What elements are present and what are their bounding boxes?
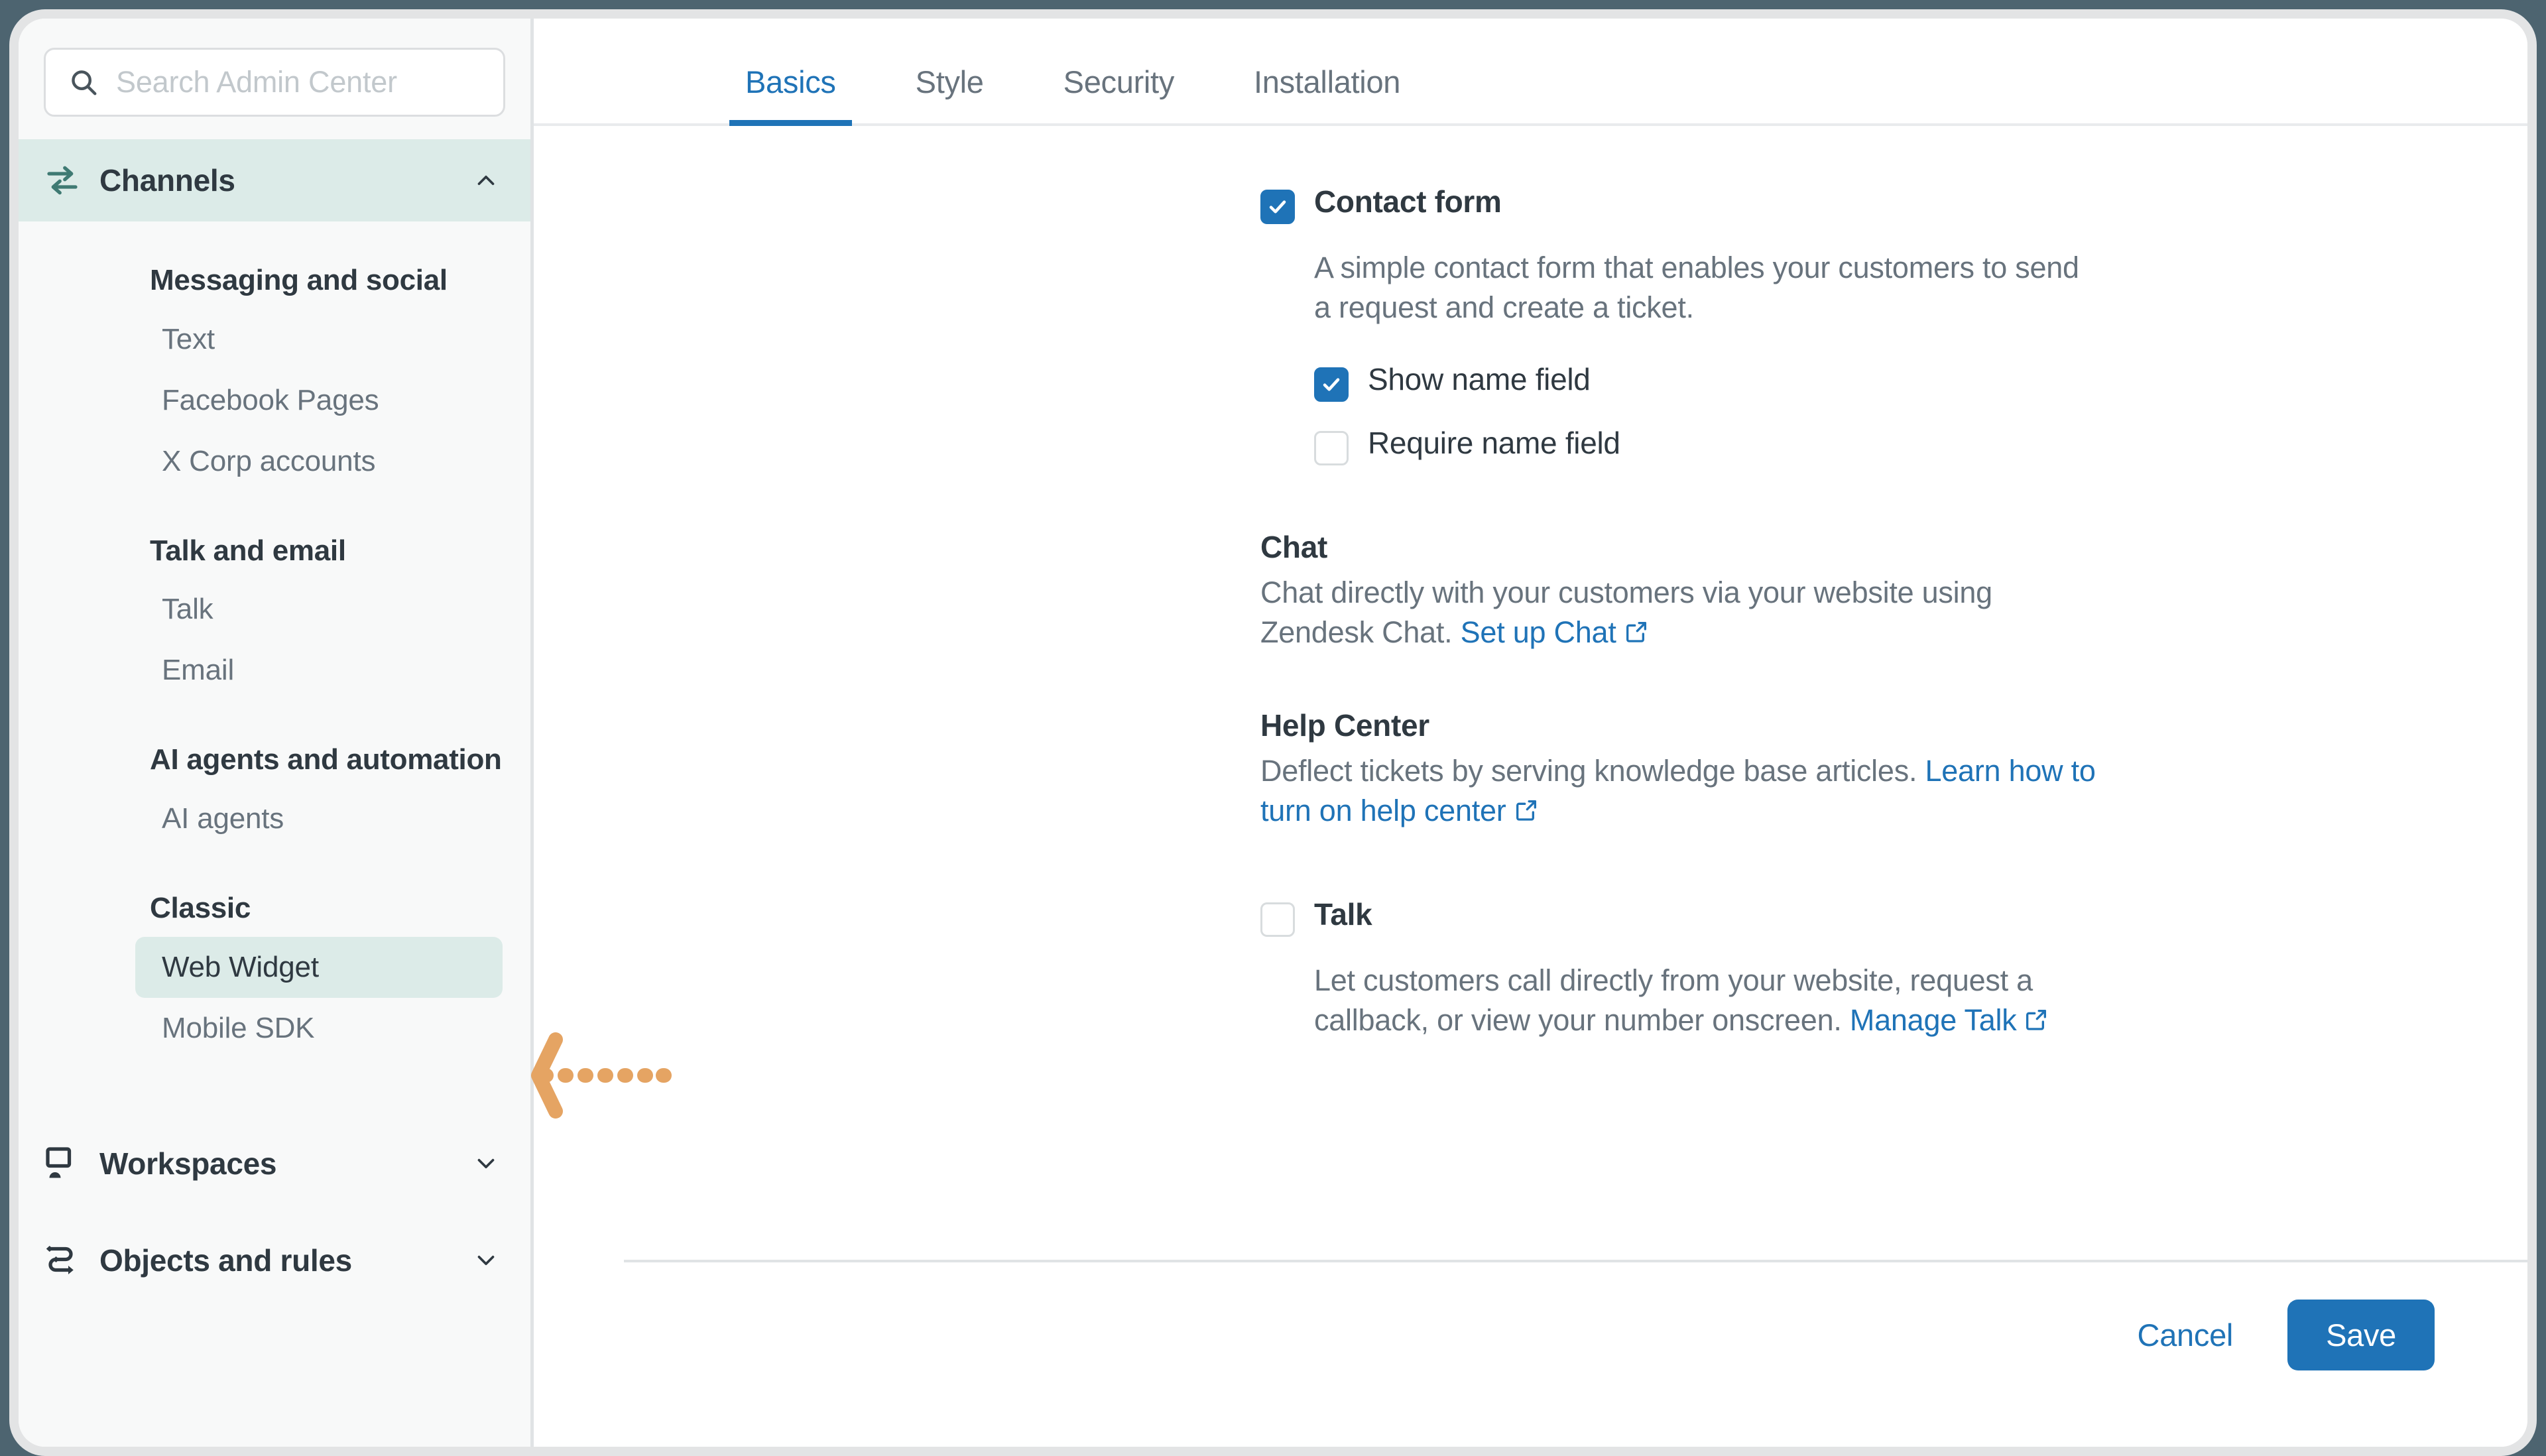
objects-rules-flow-icon <box>42 1241 99 1280</box>
workspaces-monitor-icon <box>42 1144 99 1183</box>
tab-style[interactable]: Style <box>900 64 1000 126</box>
talk-block: Talk Let customers call directly from yo… <box>1260 897 2142 1043</box>
settings-panel: Contact form A simple contact form that … <box>534 126 2527 1043</box>
chat-description: Chat directly with your customers via yo… <box>1260 573 2102 655</box>
sidebar-item-text[interactable]: Text <box>135 309 503 370</box>
talk-row: Talk <box>1260 897 2142 938</box>
channels-transfer-icon <box>42 160 99 200</box>
sidebar-group-label: Channels <box>99 163 235 198</box>
sidebar-item-web-widget[interactable]: Web Widget <box>135 936 503 998</box>
footer-divider <box>624 1260 2527 1262</box>
sidebar-item-ai-agents[interactable]: AI agents <box>135 788 503 849</box>
app-window: Channels Messaging and social Text Faceb… <box>9 9 2537 1456</box>
contact-form-description: A simple contact form that enables your … <box>1314 251 2079 324</box>
sidebar-section-heading: Messaging and social <box>150 264 448 296</box>
sidebar-item-facebook-pages[interactable]: Facebook Pages <box>135 370 503 431</box>
sidebar-group-workspaces[interactable]: Workspaces <box>19 1122 530 1205</box>
contact-form-checkbox[interactable] <box>1260 190 1295 224</box>
sidebar-section-heading: Talk and email <box>150 534 346 567</box>
sidebar-item-x-corp-accounts[interactable]: X Corp accounts <box>135 431 503 492</box>
contact-form-row: Contact form <box>1260 184 2142 224</box>
search-wrap <box>19 19 530 139</box>
require-name-field-checkbox[interactable] <box>1314 430 1349 465</box>
show-name-field-checkbox[interactable] <box>1314 367 1349 402</box>
search-input[interactable] <box>116 65 481 99</box>
sidebar-group-label: Objects and rules <box>99 1243 352 1278</box>
sidebar-group-channels[interactable]: Channels <box>19 139 530 221</box>
manage-talk-link[interactable]: Manage Talk <box>1850 1003 2050 1037</box>
chevron-down-icon[interactable] <box>465 1246 500 1274</box>
talk-label: Talk <box>1314 897 1372 932</box>
cancel-button[interactable]: Cancel <box>2115 1302 2256 1368</box>
contact-form-label: Contact form <box>1314 184 1502 219</box>
sidebar-section-talk-and-email: Talk and email Talk Email <box>19 533 530 701</box>
sidebar-section-classic: Classic Web Widget Mobile SDK <box>19 890 530 1059</box>
chat-title: Chat <box>1260 529 1328 564</box>
show-name-field-row: Show name field <box>1260 362 2142 402</box>
main-content: Basics Style Security Installation Conta… <box>534 19 2527 1447</box>
help-center-description-text: Deflect tickets by serving knowledge bas… <box>1260 754 1917 788</box>
contact-form-block: Contact form A simple contact form that … <box>1260 184 2142 465</box>
sidebar-section-heading: AI agents and automation <box>150 743 502 776</box>
tab-installation[interactable]: Installation <box>1238 64 1416 126</box>
tab-bar: Basics Style Security Installation <box>534 19 2527 126</box>
help-center-description: Deflect tickets by serving knowledge bas… <box>1260 751 2102 833</box>
sidebar-item-email[interactable]: Email <box>135 640 503 701</box>
set-up-chat-link-label: Set up Chat <box>1460 615 1616 649</box>
external-link-icon <box>1623 615 1650 655</box>
chevron-up-icon[interactable] <box>465 166 500 194</box>
search-box[interactable] <box>44 48 505 117</box>
require-name-field-row: Require name field <box>1260 426 2142 465</box>
help-center-title: Help Center <box>1260 708 1429 743</box>
talk-description: Let customers call directly from your we… <box>1260 961 2102 1043</box>
tab-basics[interactable]: Basics <box>729 64 852 126</box>
sidebar-section-messaging-and-social: Messaging and social Text Facebook Pages… <box>19 263 530 492</box>
search-icon <box>68 67 99 97</box>
sidebar-item-talk[interactable]: Talk <box>135 579 503 640</box>
sidebar-section-heading: Classic <box>150 892 251 925</box>
sidebar-group-objects-and-rules[interactable]: Objects and rules <box>19 1219 530 1302</box>
chevron-down-icon[interactable] <box>465 1150 500 1178</box>
save-button[interactable]: Save <box>2287 1300 2435 1370</box>
footer-action-bar: Cancel Save <box>534 1260 2527 1447</box>
sidebar-section-ai-agents-and-automation: AI agents and automation AI agents <box>19 742 530 849</box>
sidebar: Channels Messaging and social Text Faceb… <box>19 19 534 1447</box>
sidebar-item-mobile-sdk[interactable]: Mobile SDK <box>135 998 503 1059</box>
chat-block: Chat Chat directly with your customers v… <box>1260 529 2142 655</box>
help-center-block: Help Center Deflect tickets by serving k… <box>1260 707 2142 833</box>
external-link-icon <box>1513 794 1540 833</box>
tab-security[interactable]: Security <box>1048 64 1190 126</box>
set-up-chat-link[interactable]: Set up Chat <box>1461 615 1650 649</box>
sidebar-group-label: Workspaces <box>99 1146 277 1181</box>
footer-actions: Cancel Save <box>2115 1300 2435 1370</box>
talk-checkbox[interactable] <box>1260 902 1295 938</box>
manage-talk-link-label: Manage Talk <box>1849 1002 2017 1037</box>
require-name-field-label: Require name field <box>1368 425 1620 460</box>
external-link-icon <box>2023 1003 2049 1043</box>
show-name-field-label: Show name field <box>1368 361 1591 396</box>
